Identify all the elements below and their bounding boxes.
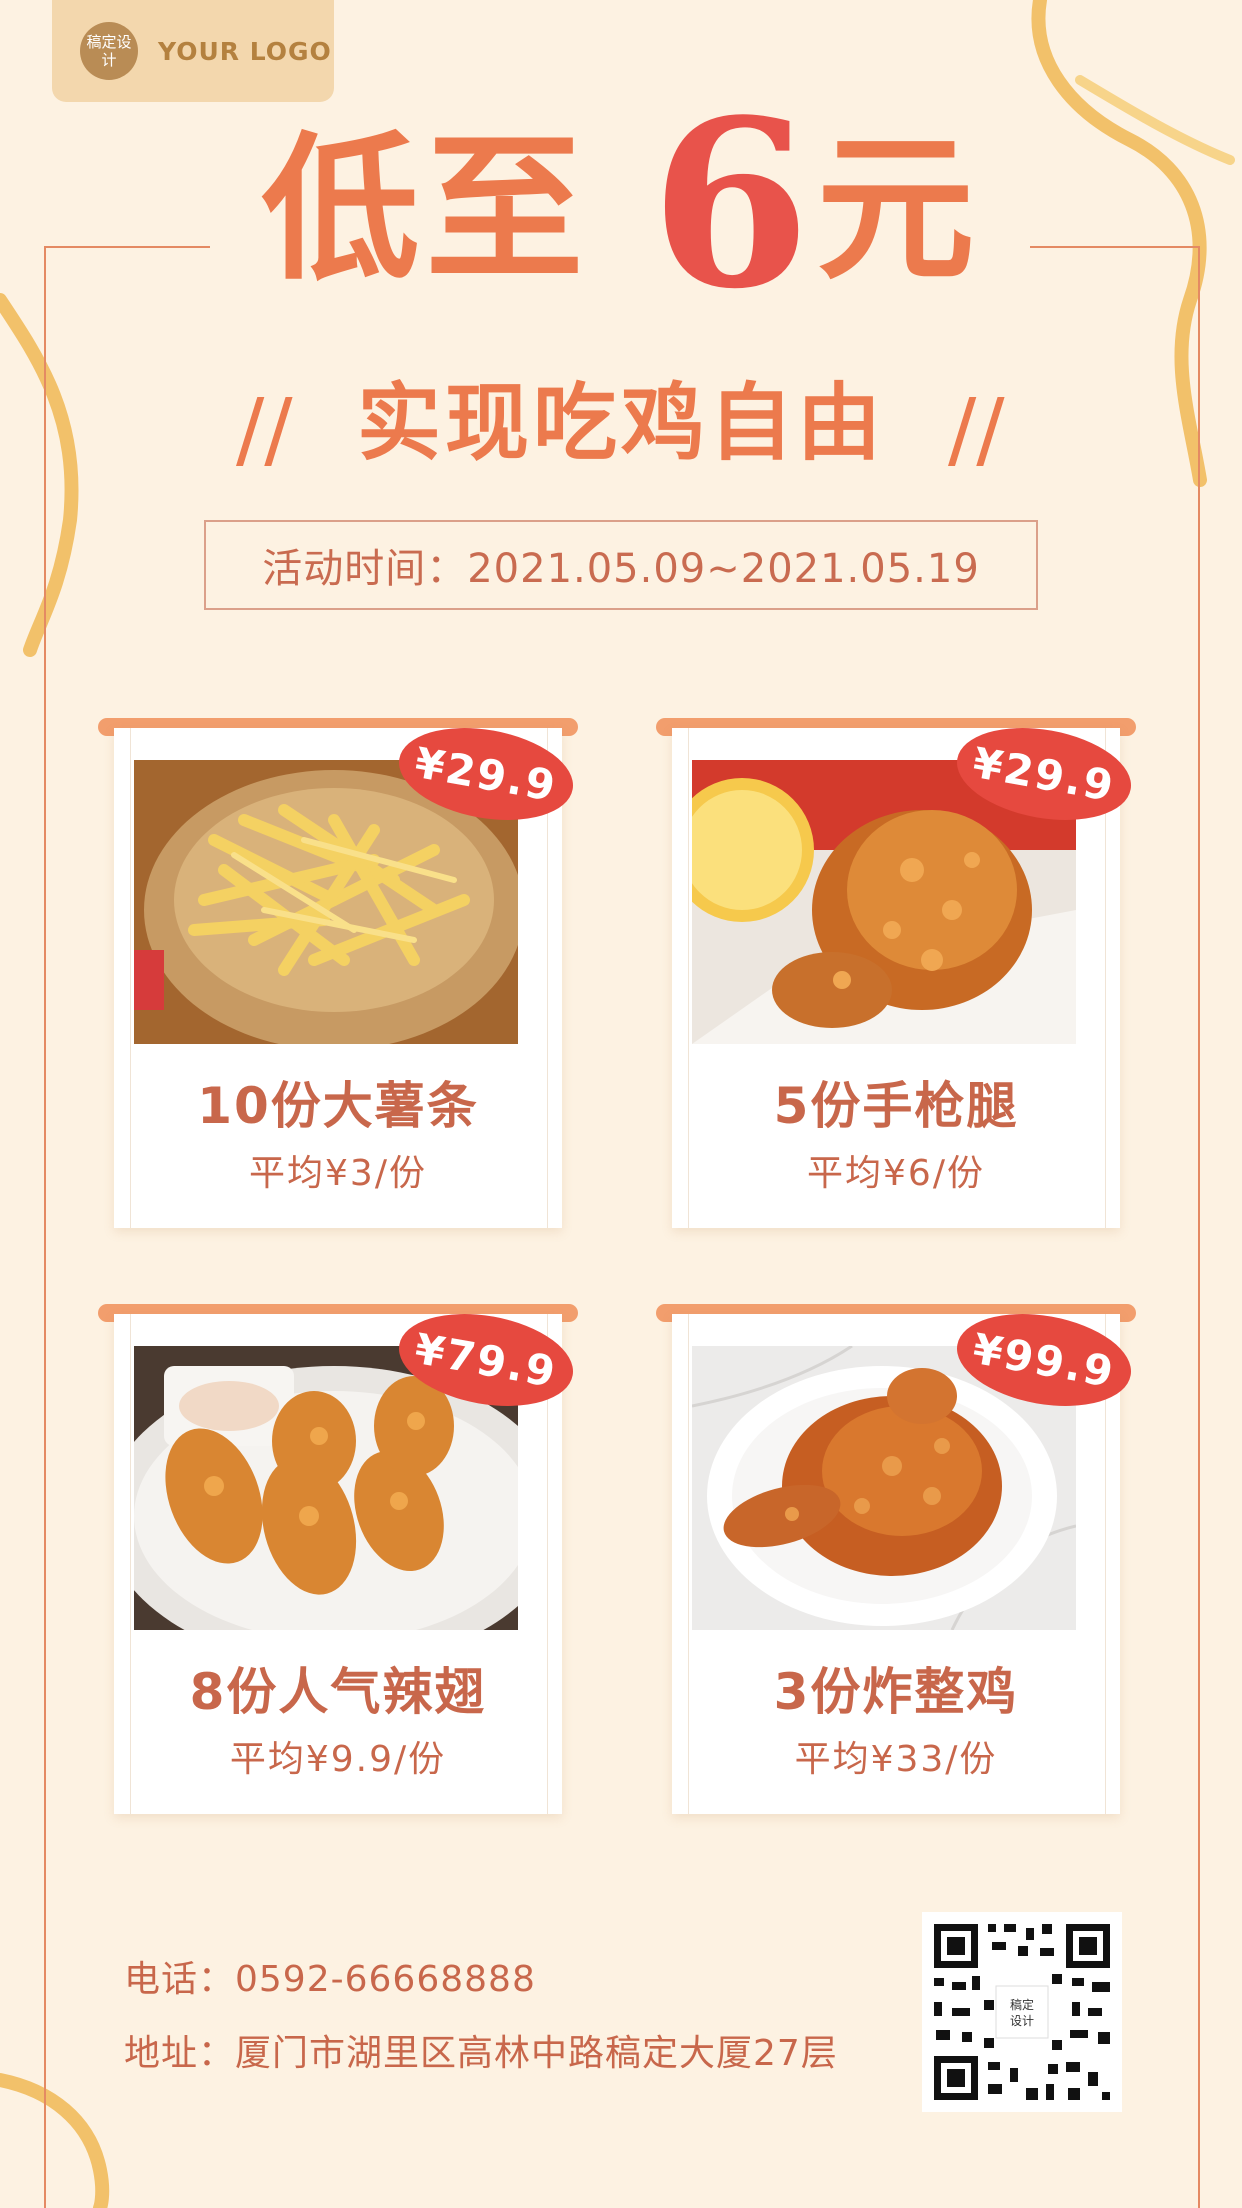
product-card[interactable]: ¥29.9 10份大薯条 平均¥3/份 — [98, 715, 581, 1230]
svg-text:稿定: 稿定 — [1010, 1997, 1034, 2012]
frame-line-right — [1198, 246, 1200, 2208]
product-title: 10份大薯条 — [197, 1077, 479, 1135]
product-card[interactable]: ¥29.9 5份手枪腿 平均¥6/份 — [656, 715, 1139, 1230]
headline-prefix: 低至 — [261, 117, 590, 302]
address-text: 地址：厦门市湖里区高林中路稿定大厦27层 — [124, 2033, 838, 2074]
product-title: 5份手枪腿 — [773, 1077, 1019, 1135]
product-title: 3份炸整鸡 — [773, 1663, 1019, 1721]
logo-text: YOUR LOGO — [158, 36, 332, 66]
headline-number: 6 — [650, 70, 817, 340]
qr-code-image: 稿定 设计 — [922, 1912, 1122, 2112]
product-title: 8份人气辣翅 — [189, 1663, 487, 1721]
logo: 稿定设计 YOUR LOGO — [52, 0, 334, 102]
product-average-price: 平均¥9.9/份 — [229, 1739, 447, 1780]
poster: 稿定设计 YOUR LOGO 低至 6元 // 实现吃鸡自由 // 活动时间：2… — [0, 0, 1242, 2208]
product-average-price: 平均¥33/份 — [794, 1739, 998, 1780]
phone-text: 电话：0592-66668888 — [124, 1959, 536, 2000]
headline-suffix: 元 — [816, 117, 981, 302]
product-average-price: 平均¥3/份 — [249, 1153, 427, 1194]
product-card[interactable]: ¥99.9 3份炸整鸡 平均¥33/份 — [656, 1301, 1139, 1816]
logo-seal: 稿定设计 — [80, 22, 138, 80]
product-average-price: 平均¥6/份 — [807, 1153, 985, 1194]
frame-line-left — [44, 246, 46, 2208]
svg-text:设计: 设计 — [1010, 2014, 1034, 2028]
subline: 实现吃鸡自由 — [356, 373, 885, 472]
product-card[interactable]: ¥79.9 8份人气辣翅 平均¥9.9/份 — [98, 1301, 581, 1816]
qr-code[interactable]: 稿定 设计 — [922, 1912, 1122, 2112]
headline: 低至 6元 — [0, 90, 1242, 320]
slash-decoration-right: // — [948, 380, 1005, 478]
event-time: 活动时间：2021.05.09~2021.05.19 — [204, 520, 1038, 610]
